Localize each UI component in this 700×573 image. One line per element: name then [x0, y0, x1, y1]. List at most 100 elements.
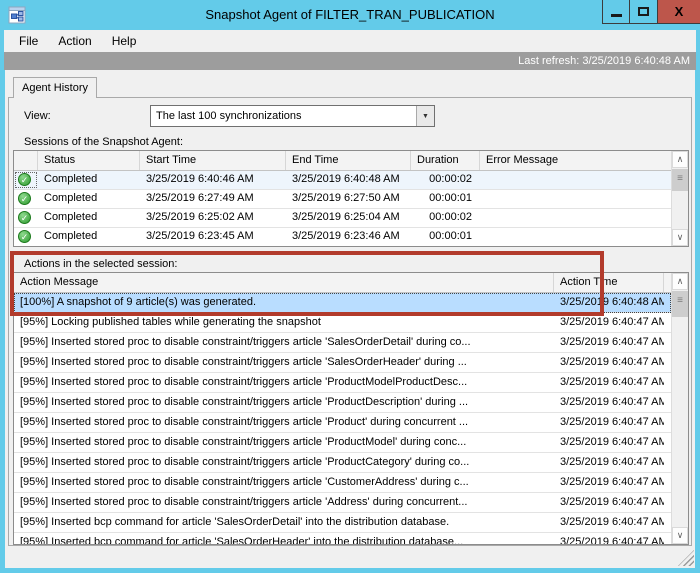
table-row[interactable]: [95%] Inserted stored proc to disable co… [14, 413, 671, 433]
scroll-down-icon[interactable]: ∨ [672, 229, 688, 246]
snapshot-agent-window: Snapshot Agent of FILTER_TRAN_PUBLICATIO… [0, 0, 700, 573]
action-message-cell: [95%] Inserted stored proc to disable co… [14, 473, 554, 492]
column-header-duration[interactable]: Duration [411, 151, 480, 170]
scrollbar-thumb[interactable]: ≡ [672, 169, 688, 191]
sessions-scrollbar[interactable]: ∧ ≡ ∨ [671, 151, 688, 246]
filler-cell [664, 533, 671, 544]
action-message-cell: [95%] Inserted stored proc to disable co… [14, 333, 554, 352]
status-icon-cell: ✓ [14, 171, 38, 189]
start-time-cell: 3/25/2019 6:40:46 AM [140, 171, 286, 189]
table-row[interactable]: [95%] Inserted stored proc to disable co… [14, 473, 671, 493]
table-row[interactable]: [95%] Inserted stored proc to disable co… [14, 333, 671, 353]
scroll-down-icon[interactable]: ∨ [672, 527, 688, 544]
success-icon: ✓ [18, 192, 31, 205]
action-message-cell: [100%] A snapshot of 9 article(s) was ge… [14, 293, 554, 312]
last-refresh-strip: Last refresh: 3/25/2019 6:40:48 AM [4, 52, 696, 70]
end-time-cell: 3/25/2019 6:27:50 AM [286, 190, 411, 208]
filler-cell [664, 473, 671, 492]
window-title: Snapshot Agent of FILTER_TRAN_PUBLICATIO… [0, 0, 700, 30]
action-message-cell: [95%] Inserted stored proc to disable co… [14, 493, 554, 512]
filler-cell [664, 333, 671, 352]
minimize-icon [611, 14, 622, 17]
end-time-cell: 3/25/2019 6:23:46 AM [286, 228, 411, 246]
filler-cell [664, 513, 671, 532]
actions-scrollbar[interactable]: ∧ ≡ ∨ [671, 273, 688, 544]
table-row[interactable]: ✓Completed3/25/2019 6:25:02 AM3/25/2019 … [14, 209, 671, 228]
column-header-end-time[interactable]: End Time [286, 151, 411, 170]
view-dropdown[interactable]: The last 100 synchronizations ▼ [150, 105, 435, 127]
action-time-cell: 3/25/2019 6:40:47 AM [554, 513, 664, 532]
table-row[interactable]: [95%] Inserted stored proc to disable co… [14, 393, 671, 413]
table-row[interactable]: [95%] Inserted bcp command for article '… [14, 533, 671, 544]
action-time-cell: 3/25/2019 6:40:47 AM [554, 313, 664, 332]
scrollbar-thumb[interactable]: ≡ [672, 291, 688, 317]
success-icon: ✓ [18, 173, 31, 186]
sessions-rows: ✓Completed3/25/2019 6:40:46 AM3/25/2019 … [14, 171, 671, 246]
duration-cell: 00:00:01 [411, 228, 480, 246]
tab-label: Agent History [22, 82, 88, 94]
chevron-down-icon[interactable]: ▼ [416, 106, 434, 126]
column-header-action-message[interactable]: Action Message [14, 273, 554, 292]
status-icon-cell: ✓ [14, 228, 38, 246]
actions-header-row: Action Message Action Time [14, 273, 671, 293]
sessions-label: Sessions of the Snapshot Agent: [24, 136, 183, 148]
menu-action[interactable]: Action [51, 32, 98, 50]
table-row[interactable]: [100%] A snapshot of 9 article(s) was ge… [14, 293, 671, 313]
column-header-start-time[interactable]: Start Time [140, 151, 286, 170]
view-label: View: [24, 110, 51, 122]
action-time-cell: 3/25/2019 6:40:47 AM [554, 333, 664, 352]
filler-cell [664, 313, 671, 332]
action-time-cell: 3/25/2019 6:40:47 AM [554, 533, 664, 544]
status-cell: Completed [38, 209, 140, 227]
table-row[interactable]: [95%] Locking published tables while gen… [14, 313, 671, 333]
maximize-button[interactable] [630, 0, 658, 24]
close-button[interactable]: X [658, 0, 700, 24]
filler-cell [664, 413, 671, 432]
action-message-cell: [95%] Inserted stored proc to disable co… [14, 453, 554, 472]
table-row[interactable]: ✓Completed3/25/2019 6:23:45 AM3/25/2019 … [14, 228, 671, 246]
end-time-cell: 3/25/2019 6:25:04 AM [286, 209, 411, 227]
table-row[interactable]: ✓Completed3/25/2019 6:40:46 AM3/25/2019 … [14, 171, 671, 190]
minimize-button[interactable] [602, 0, 630, 24]
tab-agent-history[interactable]: Agent History [13, 77, 97, 98]
filler-cell [664, 393, 671, 412]
table-row[interactable]: [95%] Inserted stored proc to disable co… [14, 453, 671, 473]
table-row[interactable]: ✓Completed3/25/2019 6:27:49 AM3/25/2019 … [14, 190, 671, 209]
title-bar[interactable]: Snapshot Agent of FILTER_TRAN_PUBLICATIO… [0, 0, 700, 30]
action-time-cell: 3/25/2019 6:40:47 AM [554, 433, 664, 452]
scroll-up-icon[interactable]: ∧ [672, 151, 688, 168]
menu-file[interactable]: File [12, 32, 45, 50]
view-dropdown-value: The last 100 synchronizations [151, 106, 416, 126]
column-header-action-time[interactable]: Action Time [554, 273, 664, 292]
table-row[interactable]: [95%] Inserted stored proc to disable co… [14, 493, 671, 513]
sessions-table: Status Start Time End Time Duration Erro… [13, 150, 689, 247]
error-message-cell [480, 228, 671, 246]
error-message-cell [480, 209, 671, 227]
filler-cell [664, 453, 671, 472]
status-cell: Completed [38, 228, 140, 246]
start-time-cell: 3/25/2019 6:27:49 AM [140, 190, 286, 208]
column-header-error-message[interactable]: Error Message [480, 151, 671, 170]
actions-table: Action Message Action Time [100%] A snap… [13, 272, 689, 545]
table-row[interactable]: [95%] Inserted stored proc to disable co… [14, 433, 671, 453]
error-message-cell [480, 171, 671, 189]
action-message-cell: [95%] Locking published tables while gen… [14, 313, 554, 332]
sessions-header-row: Status Start Time End Time Duration Erro… [14, 151, 671, 171]
table-row[interactable]: [95%] Inserted stored proc to disable co… [14, 353, 671, 373]
menu-help[interactable]: Help [105, 32, 144, 50]
maximize-icon [638, 7, 649, 16]
duration-cell: 00:00:02 [411, 171, 480, 189]
column-header-status[interactable]: Status [38, 151, 140, 170]
action-message-cell: [95%] Inserted stored proc to disable co… [14, 433, 554, 452]
column-header-icon[interactable] [14, 151, 38, 170]
table-row[interactable]: [95%] Inserted stored proc to disable co… [14, 373, 671, 393]
action-message-cell: [95%] Inserted stored proc to disable co… [14, 413, 554, 432]
table-row[interactable]: [95%] Inserted bcp command for article '… [14, 513, 671, 533]
success-icon: ✓ [18, 230, 31, 243]
success-icon: ✓ [18, 211, 31, 224]
scroll-up-icon[interactable]: ∧ [672, 273, 688, 290]
action-time-cell: 3/25/2019 6:40:47 AM [554, 373, 664, 392]
last-refresh-text: Last refresh: 3/25/2019 6:40:48 AM [518, 55, 690, 67]
column-header-filler [664, 273, 671, 292]
action-message-cell: [95%] Inserted bcp command for article '… [14, 513, 554, 532]
